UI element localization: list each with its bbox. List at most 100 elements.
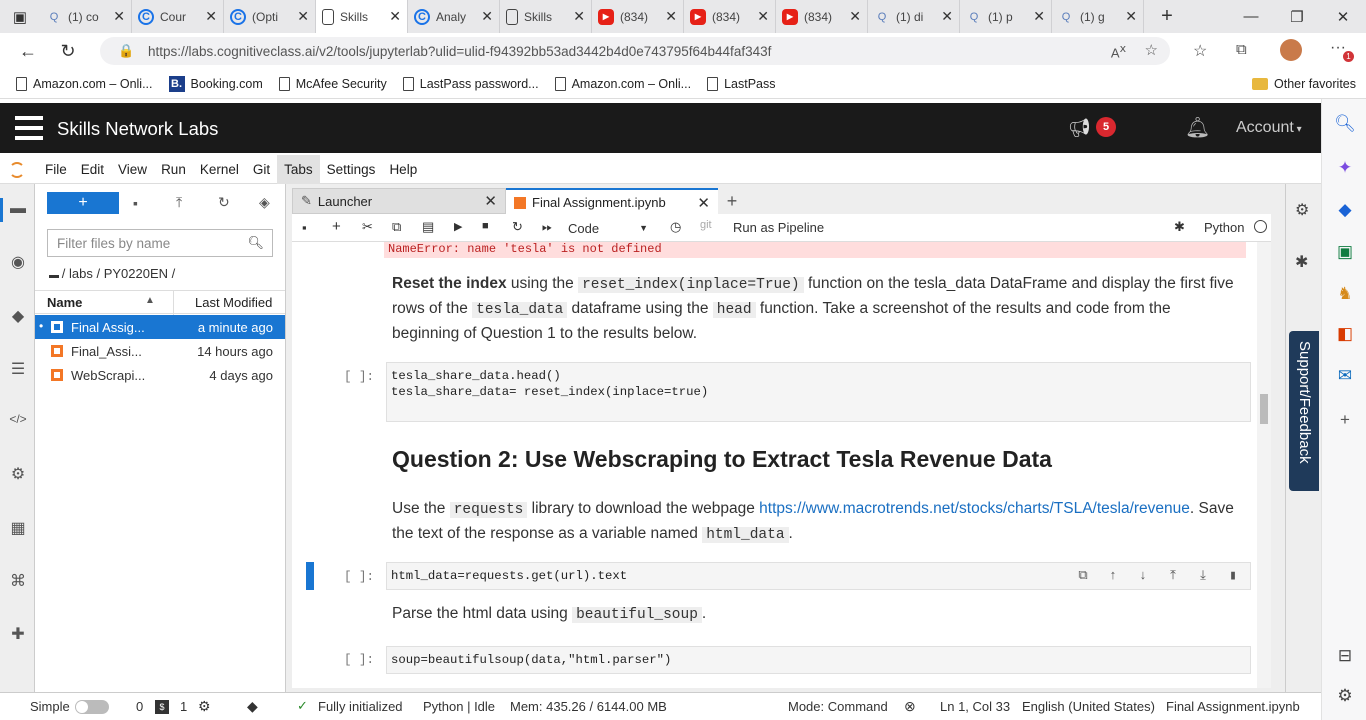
bookmark-item[interactable]: Amazon.com – Onli... [554, 76, 691, 91]
duplicate-cell-icon[interactable]: ⧉ [1075, 568, 1091, 584]
file-row[interactable]: Final_Assi... 14 hours ago [35, 339, 285, 363]
insert-below-icon[interactable]: ⤓ [1195, 568, 1211, 584]
close-tab-icon[interactable]: ✕ [697, 194, 710, 212]
browser-tab[interactable]: C Cour ✕ [132, 0, 224, 33]
save-icon[interactable]: ▪ [302, 220, 307, 235]
insert-above-icon[interactable]: ⤒ [1165, 568, 1181, 584]
copy-icon[interactable]: ⧉ [392, 219, 401, 235]
menu-tabs[interactable]: Tabs [277, 154, 320, 184]
code-cell-requests[interactable]: html_data=requests.get(url).text ⧉ ↑ ↓ ⤒… [386, 562, 1251, 590]
close-tab-icon[interactable]: ✕ [757, 8, 769, 25]
bookmark-item[interactable]: Amazon.com – Onli... [16, 76, 153, 91]
code-snippets-icon[interactable]: </> [8, 412, 28, 432]
browser-tab[interactable]: Q (1) co ✕ [40, 0, 132, 33]
profile-avatar[interactable] [1280, 39, 1302, 61]
move-up-icon[interactable]: ↑ [1105, 568, 1121, 584]
debugger-icon[interactable]: ✱ [1174, 219, 1185, 235]
new-launcher-button[interactable]: + [47, 192, 119, 214]
collections-icon[interactable]: ⧉ [1236, 41, 1247, 58]
close-window-button[interactable]: ✕ [1320, 8, 1366, 26]
refresh-icon[interactable]: ↻ [218, 194, 230, 211]
file-row[interactable]: WebScrapi... 4 days ago [35, 363, 285, 387]
menu-kernel[interactable]: Kernel [193, 155, 246, 184]
modified-column-header[interactable]: Last Modified [195, 295, 272, 310]
tab-launcher[interactable]: ✎ Launcher ✕ [292, 188, 506, 214]
markdown-cell-parse[interactable]: Parse the html data using beautiful_soup… [392, 602, 1242, 627]
tools-icon[interactable]: ▣ [1334, 241, 1356, 263]
property-inspector-icon[interactable]: ⚙ [8, 464, 28, 484]
breadcrumb[interactable]: ▬ / labs / PY0220EN / [49, 266, 175, 281]
scrollbar-thumb[interactable] [1260, 394, 1268, 424]
shopping-icon[interactable]: ◆ [1334, 199, 1356, 221]
games-icon[interactable]: ♞ [1334, 283, 1356, 305]
bookmark-item[interactable]: LastPass password... [402, 76, 539, 91]
browser-tab[interactable]: ▶ (834) ✕ [776, 0, 868, 33]
code-cell-reset[interactable]: tesla_share_data.head() tesla_share_data… [386, 362, 1251, 422]
close-tab-icon[interactable]: ✕ [205, 8, 217, 25]
clock-icon[interactable]: ◷ [670, 219, 681, 235]
copilot-icon[interactable]: ✦ [1334, 157, 1356, 179]
folder-icon[interactable]: ▬ [8, 200, 28, 220]
bookmark-item[interactable]: LastPass [707, 76, 776, 91]
lsp-status[interactable]: Fully initialized [318, 699, 403, 714]
pipeline-icon[interactable]: ▦ [8, 518, 28, 538]
browser-tab[interactable]: C Analy ✕ [408, 0, 500, 33]
browser-tab[interactable]: Q (1) g ✕ [1052, 0, 1144, 33]
bell-icon[interactable]: 🔔︎ [1185, 115, 1210, 140]
support-feedback-button[interactable]: Support/Feedback [1289, 331, 1319, 491]
other-favorites[interactable]: Other favorites [1252, 77, 1356, 91]
component-icon[interactable]: ⌘ [8, 571, 28, 591]
close-tab-icon[interactable]: ✕ [941, 8, 953, 25]
upload-icon[interactable]: ⤒ [176, 194, 182, 211]
close-tab-icon[interactable]: ✕ [1033, 8, 1045, 25]
menu-view[interactable]: View [111, 155, 154, 184]
close-tab-icon[interactable]: ✕ [389, 8, 401, 25]
browser-tab[interactable]: Skills ✕ [500, 0, 592, 33]
close-tab-icon[interactable]: ✕ [1125, 8, 1137, 25]
close-tab-icon[interactable]: ✕ [573, 8, 585, 25]
stop-icon[interactable]: ■ [482, 220, 489, 232]
close-tab-icon[interactable]: ✕ [849, 8, 861, 25]
bookmark-item[interactable]: McAfee Security [278, 76, 387, 91]
browser-tab[interactable]: Skills ✕ [316, 0, 408, 33]
restart-icon[interactable]: ↻ [512, 219, 523, 235]
restore-button[interactable]: ❐ [1274, 8, 1320, 26]
file-row[interactable]: • Final Assig... a minute ago [35, 315, 285, 339]
extension-icon[interactable]: ✚ [8, 624, 28, 644]
add-favorite-icon[interactable]: ☆ [1145, 41, 1158, 59]
add-sidebar-icon[interactable]: + [1334, 409, 1356, 431]
new-folder-icon[interactable]: ▪ [133, 195, 138, 211]
markdown-cell-requests[interactable]: Use the requests library to download the… [392, 497, 1242, 547]
tab-actions-icon[interactable]: ▣ [0, 8, 40, 26]
menu-git[interactable]: Git [246, 155, 277, 184]
search-icon[interactable]: 🔍︎ [1334, 113, 1356, 135]
property-inspector-icon[interactable]: ⚙ [1295, 200, 1309, 220]
macrotrends-link[interactable]: https://www.macrotrends.net/stocks/chart… [759, 500, 1190, 517]
browser-tab[interactable]: ▶ (834) ✕ [592, 0, 684, 33]
debugger-icon[interactable]: ✱ [1295, 252, 1308, 272]
insert-cell-icon[interactable]: + [332, 218, 341, 235]
kernel-state[interactable]: Python | Idle [423, 699, 495, 714]
move-down-icon[interactable]: ↓ [1135, 568, 1151, 584]
sidebar-settings-icon[interactable]: ⚙ [1334, 685, 1356, 707]
outlook-icon[interactable]: ✉ [1334, 365, 1356, 387]
back-button[interactable]: ← [8, 41, 48, 62]
git-clone-icon[interactable]: ◈ [259, 194, 270, 211]
browser-tab[interactable]: ▶ (834) ✕ [684, 0, 776, 33]
tab-final-assignment[interactable]: Final Assignment.ipynb ✕ [506, 188, 718, 215]
spellcheck-language[interactable]: English (United States) [1022, 699, 1155, 714]
close-tab-icon[interactable]: ✕ [481, 8, 493, 25]
minimize-button[interactable]: — [1228, 8, 1274, 25]
terminal-count[interactable]: 1 [180, 699, 187, 714]
name-column-header[interactable]: Name [47, 295, 82, 310]
close-tab-icon[interactable]: ✕ [297, 8, 309, 25]
menu-file[interactable]: File [38, 155, 74, 184]
close-tab-icon[interactable]: ✕ [665, 8, 677, 25]
hamburger-menu-icon[interactable] [15, 116, 43, 140]
running-icon[interactable]: ◉ [8, 252, 28, 272]
close-tab-icon[interactable]: ✕ [113, 8, 125, 25]
close-tab-icon[interactable]: ✕ [484, 192, 497, 210]
cut-icon[interactable]: ✂ [362, 219, 373, 235]
browser-tab[interactable]: Q (1) di ✕ [868, 0, 960, 33]
code-cell-soup[interactable]: soup=beautifulsoup(data,"html.parser") [386, 646, 1251, 674]
